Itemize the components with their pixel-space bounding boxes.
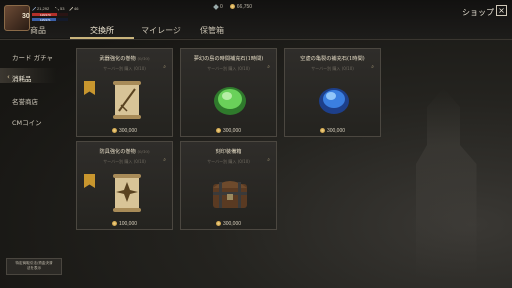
- tab-products[interactable]: 商品: [18, 24, 58, 38]
- coin-icon: [215, 128, 221, 134]
- shop-card[interactable]: 夢幻の島の時間補充石(1時間) サーバー別 購入 (0/10) ⌕ 300,00…: [180, 48, 277, 137]
- magnify-icon[interactable]: ⌕: [267, 157, 270, 163]
- mp-text: 115/171: [40, 18, 51, 22]
- tab-exchange[interactable]: 交換所: [70, 24, 134, 38]
- card-price: 300,000: [181, 221, 276, 227]
- tab-divider: [0, 39, 512, 40]
- stat-magic: 46: [69, 6, 78, 11]
- magnify-icon[interactable]: ⌕: [163, 64, 166, 70]
- player-level: 30: [22, 13, 30, 20]
- card-price: 100,000: [77, 221, 172, 227]
- tab-active-indicator: [70, 37, 134, 39]
- stat-attack: 21,292: [32, 6, 49, 11]
- sidebar-item-cm-coin[interactable]: CMコイン: [12, 117, 42, 127]
- coin-icon: [319, 128, 325, 134]
- banner-icon: [84, 174, 95, 188]
- sidebar-item-honor-shop[interactable]: 名誉商店: [12, 96, 38, 106]
- magnify-icon[interactable]: ⌕: [163, 157, 166, 163]
- sidebar-item-consumables[interactable]: 消耗品: [12, 73, 32, 83]
- scroll-icon: [113, 81, 141, 119]
- magnify-icon[interactable]: ⌕: [371, 64, 374, 70]
- stat-magic-value: 46: [74, 6, 79, 11]
- currency-display: 0 66,750: [213, 3, 253, 10]
- coin-icon: [229, 4, 235, 10]
- coin-icon: [111, 128, 117, 134]
- gem-icon: [213, 3, 219, 10]
- legal-notice-button[interactable]: 特定商取引法/資金決済 法を表示: [6, 258, 62, 275]
- tab-storage[interactable]: 保管箱: [190, 24, 234, 38]
- card-price: 300,000: [285, 128, 380, 134]
- coin-value: 66,750: [236, 4, 253, 10]
- tab-mileage[interactable]: マイレージ: [138, 24, 184, 38]
- close-button[interactable]: ×: [496, 5, 507, 16]
- card-price: 300,000: [77, 128, 172, 134]
- magnify-icon[interactable]: ⌕: [267, 64, 270, 70]
- gem-value: 0: [220, 4, 223, 10]
- shop-card[interactable]: 刻印装備箱 サーバー別 購入 (0/10) ⌕ 300,000: [180, 141, 277, 230]
- card-title: 武器強化の巻物 (0/10): [99, 56, 150, 62]
- card-purchase-limit: サーバー別 購入 (0/10): [207, 66, 250, 71]
- shop-card[interactable]: 防具強化の巻物 (0/10) サーバー別 購入 (0/10) ⌕ 100,000: [76, 141, 173, 230]
- scroll-icon: [113, 174, 141, 212]
- card-purchase-limit: サーバー別 購入 (0/10): [103, 66, 146, 71]
- blue-stone-icon: [319, 88, 349, 114]
- card-title: 夢幻の島の時間補充石(1時間): [193, 56, 264, 62]
- coin-icon: [215, 221, 221, 227]
- card-title: 空虚の亀裂の補充石(1時間): [300, 56, 365, 62]
- crossed-swords-icon: [55, 6, 59, 11]
- banner-icon: [84, 81, 95, 95]
- shop-card[interactable]: 武器強化の巻物 (0/10) サーバー別 購入 (0/10) ⌕ 300,000: [76, 48, 173, 137]
- stat-attack-value: 21,292: [37, 6, 50, 11]
- hp-text: 119/170: [40, 13, 51, 17]
- card-purchase-limit: サーバー別 購入 (0/10): [207, 159, 250, 164]
- card-purchase-limit: サーバー別 購入 (0/10): [103, 159, 146, 164]
- sidebar-item-card-gacha[interactable]: カード ガチャ: [12, 52, 53, 62]
- stat-defense: 53: [55, 6, 64, 11]
- card-title: 刻印装備箱: [215, 149, 242, 155]
- page-title: ショップ: [462, 8, 494, 17]
- gem-counter: 0: [213, 3, 223, 10]
- card-title: 防具強化の巻物 (0/10): [99, 149, 150, 155]
- stat-defense-value: 53: [60, 6, 65, 11]
- wand-icon: [69, 6, 73, 11]
- green-stone-icon: [214, 87, 246, 115]
- chevron-left-icon: ‹: [7, 73, 10, 81]
- coin-icon: [111, 221, 117, 227]
- card-price: 300,000: [181, 128, 276, 134]
- card-purchase-limit: サーバー別 購入 (0/10): [311, 66, 354, 71]
- chest-icon: [213, 181, 247, 208]
- shop-card[interactable]: 空虚の亀裂の補充石(1時間) サーバー別 購入 (0/10) ⌕ 300,000: [284, 48, 381, 137]
- coin-counter: 66,750: [229, 4, 253, 10]
- sword-icon: [32, 6, 36, 11]
